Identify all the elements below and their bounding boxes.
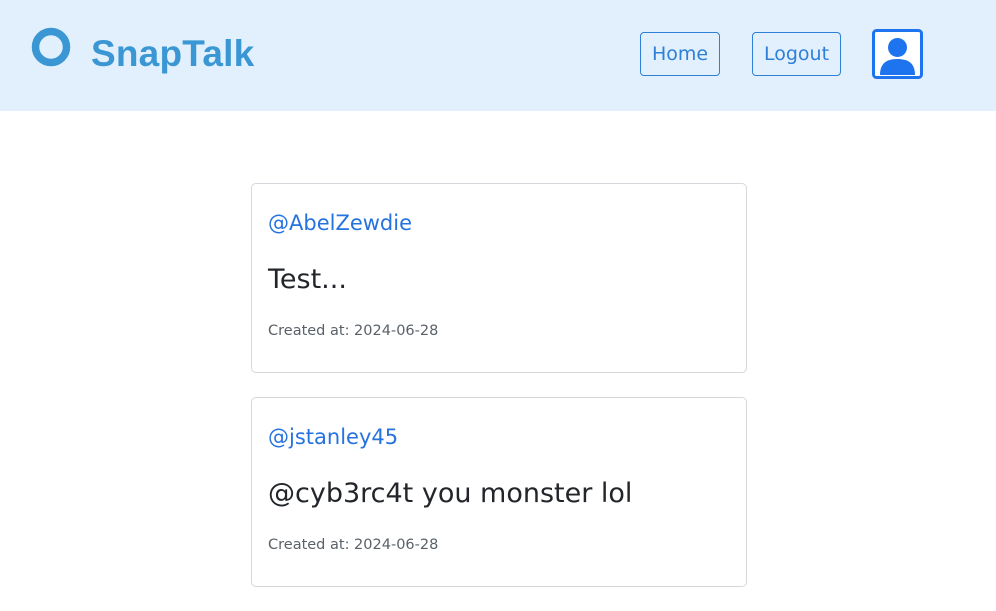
logout-button[interactable]: Logout [752, 32, 841, 76]
ring-logo-icon[interactable] [31, 27, 71, 67]
post-created-at: Created at: 2024-06-28 [268, 537, 439, 553]
post-content: @cyb3rc4t you monster lol [268, 478, 633, 509]
post-feed: @AbelZewdie Test... Created at: 2024-06-… [251, 183, 747, 611]
navbar: SnapTalk Home Logout [0, 0, 996, 111]
post-username[interactable]: @AbelZewdie [268, 209, 412, 237]
post-card: @jstanley45 @cyb3rc4t you monster lol Cr… [251, 397, 747, 587]
home-button[interactable]: Home [640, 32, 720, 76]
profile-avatar-icon[interactable] [872, 29, 923, 79]
post-created-at: Created at: 2024-06-28 [268, 323, 439, 339]
post-card: @AbelZewdie Test... Created at: 2024-06-… [251, 183, 747, 373]
post-username[interactable]: @jstanley45 [268, 423, 398, 451]
brand-title[interactable]: SnapTalk [91, 32, 254, 76]
post-content: Test... [268, 264, 347, 295]
